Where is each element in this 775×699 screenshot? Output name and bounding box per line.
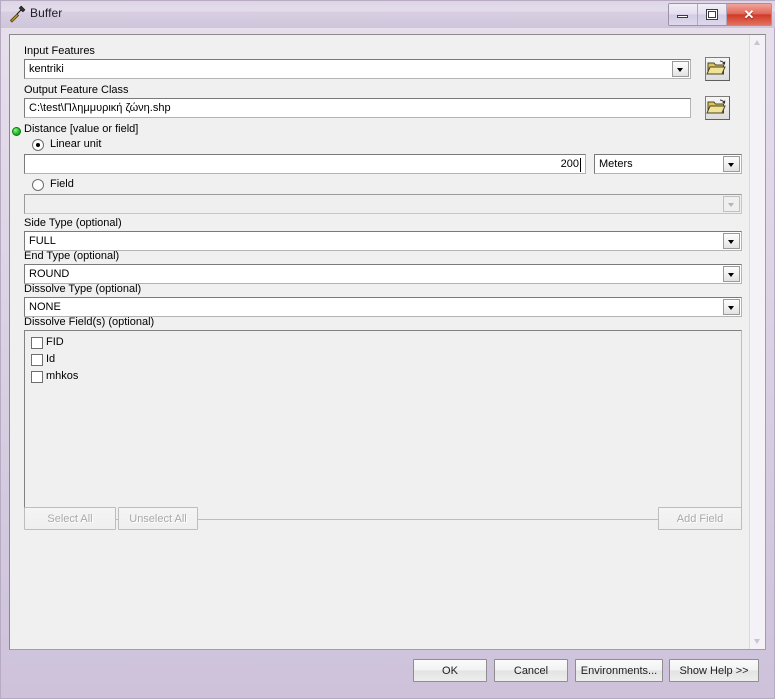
chevron-down-icon [754,639,760,644]
end-type-dropdown-button[interactable] [723,266,740,282]
output-feature-class-value: C:\test\Πλημμυρική ζώνη.shp [29,102,171,114]
side-type-value: FULL [29,235,56,247]
environments-button[interactable]: Environments... [575,659,663,682]
chevron-down-icon [728,163,734,167]
list-item-label: Id [46,353,56,365]
side-type-combo[interactable]: FULL [24,231,742,251]
close-icon: ✕ [743,6,755,22]
checkbox-mhkos[interactable] [31,371,43,383]
distance-unit-dropdown-button[interactable] [723,156,740,172]
select-all-button[interactable]: Select All [24,507,116,530]
dissolve-fields-listbox[interactable]: FID Id mhkos [24,330,742,520]
dialog-footer: OK Cancel Environments... Show Help >> [1,650,775,698]
minimize-icon [677,15,688,18]
hammer-tool-icon [9,5,26,23]
unselect-all-button[interactable]: Unselect All [118,507,198,530]
dissolve-type-dropdown-button[interactable] [723,299,740,315]
close-button[interactable]: ✕ [727,4,771,25]
distance-unit-combo[interactable]: Meters [594,154,742,174]
chevron-up-icon [754,40,760,45]
dissolve-type-combo[interactable]: NONE [24,297,742,317]
distance-label: Distance [value or field] [24,123,139,135]
input-features-combo[interactable]: kentriki [24,59,691,79]
distance-field-combo [24,194,742,214]
field-radio[interactable] [32,179,44,191]
list-item-label: FID [46,336,64,348]
end-type-label: End Type (optional) [24,250,120,262]
dissolve-type-value: NONE [29,301,61,313]
input-features-browse-button[interactable] [705,57,730,81]
window-title: Buffer [30,6,63,20]
end-type-combo[interactable]: ROUND [24,264,742,284]
window-controls: ✕ [668,3,772,26]
list-item-label: mhkos [46,370,79,382]
checkbox-id[interactable] [31,354,43,366]
ok-button[interactable]: OK [413,659,487,682]
scroll-down-button[interactable] [750,634,765,649]
chevron-down-icon [728,203,734,207]
side-type-label: Side Type (optional) [24,217,122,229]
minimize-button[interactable] [669,4,698,25]
output-feature-class-browse-button[interactable] [705,96,730,120]
checkbox-fid[interactable] [31,337,43,349]
distance-required-indicator [12,127,21,136]
text-caret [580,158,581,172]
input-features-dropdown-button[interactable] [672,61,689,77]
folder-open-icon [706,60,726,75]
maximize-button[interactable] [698,4,727,25]
dialog-client-area: Input Features kentriki Output Feature C… [9,34,766,650]
linear-unit-radio[interactable] [32,139,44,151]
folder-open-icon [706,99,726,114]
distance-field-dropdown-button [723,196,740,212]
chevron-down-icon [728,306,734,310]
buffer-dialog-window: Buffer ✕ Input Features kentriki Output … [0,0,775,699]
chevron-down-icon [728,240,734,244]
vertical-scrollbar[interactable] [749,35,765,649]
linear-unit-label: Linear unit [50,138,102,150]
chevron-down-icon [677,68,683,72]
output-feature-class-label: Output Feature Class [24,84,129,96]
title-bar[interactable]: Buffer ✕ [1,1,775,28]
output-feature-class-input[interactable]: C:\test\Πλημμυρική ζώνη.shp [24,98,691,118]
dissolve-fields-label: Dissolve Field(s) (optional) [24,316,155,328]
end-type-value: ROUND [29,268,70,280]
parameter-form: Input Features kentriki Output Feature C… [10,35,751,649]
cancel-button[interactable]: Cancel [494,659,568,682]
show-help-button[interactable]: Show Help >> [669,659,759,682]
input-features-value: kentriki [29,63,64,75]
scroll-up-button[interactable] [750,35,765,50]
chevron-down-icon [728,273,734,277]
distance-value: 200 [560,158,579,170]
side-type-dropdown-button[interactable] [723,233,740,249]
distance-value-input[interactable]: 200 [24,154,586,174]
distance-unit-value: Meters [599,158,633,170]
input-features-label: Input Features [24,45,95,57]
field-radio-label: Field [50,178,74,190]
dissolve-type-label: Dissolve Type (optional) [24,283,142,295]
add-field-button[interactable]: Add Field [658,507,742,530]
